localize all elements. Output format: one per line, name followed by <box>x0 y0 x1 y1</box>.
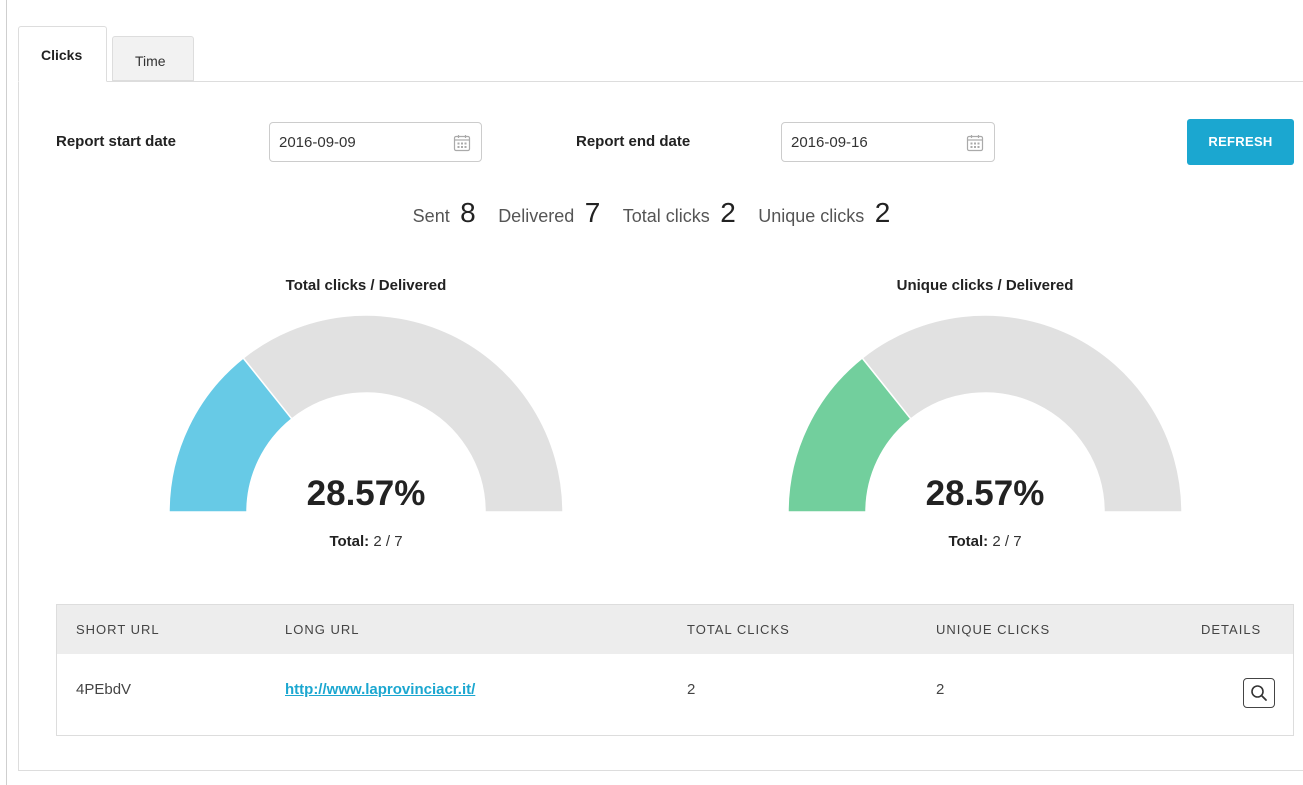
window-border <box>6 0 7 785</box>
search-icon <box>1251 685 1267 701</box>
details-button[interactable] <box>1243 678 1275 708</box>
gauge-title-unique: Unique clicks / Delivered <box>896 277 1074 294</box>
header-long-url: LONG URL <box>285 622 360 637</box>
gauge-total-value: 2 / 7 <box>992 533 1022 550</box>
end-date-value: 2016-09-16 <box>791 134 868 151</box>
gauge-total-value: 2 / 7 <box>373 533 403 550</box>
start-date-label: Report start date <box>56 133 177 150</box>
cell-long-url: http://www.laprovinciacr.it/ <box>285 681 475 698</box>
gauge-title-total: Total clicks / Delivered <box>285 277 447 294</box>
delivered-label: Delivered <box>498 206 575 226</box>
gauge-total-total: Total: 2 / 7 <box>216 533 516 550</box>
cell-total-clicks: 2 <box>687 681 696 698</box>
gauge-percent-total: 28.57% <box>306 474 426 513</box>
refresh-button[interactable]: REFRESH <box>1187 119 1294 165</box>
gauge-total-unique: Total: 2 / 7 <box>835 533 1135 550</box>
calendar-icon[interactable] <box>966 134 984 152</box>
header-details: DETAILS <box>1201 622 1262 637</box>
table-header: SHORT URL LONG URL TOTAL CLICKS UNIQUE C… <box>57 605 1293 654</box>
sent-label: Sent <box>412 206 450 226</box>
start-date-value: 2016-09-09 <box>279 134 356 151</box>
url-table: SHORT URL LONG URL TOTAL CLICKS UNIQUE C… <box>56 604 1294 736</box>
end-date-label: Report end date <box>576 133 691 150</box>
sent-value: 8 <box>460 197 476 228</box>
delivered-value: 7 <box>584 197 601 228</box>
gauge-total-label: Total: <box>948 533 989 550</box>
calendar-icon[interactable] <box>453 134 471 152</box>
unique-clicks-label: Unique clicks <box>758 206 865 226</box>
total-clicks-value: 2 <box>720 197 736 228</box>
long-url-link[interactable]: http://www.laprovinciacr.it/ <box>285 681 475 698</box>
header-short-url: SHORT URL <box>76 622 160 637</box>
header-total-clicks: TOTAL CLICKS <box>687 622 790 637</box>
cell-unique-clicks: 2 <box>936 681 945 698</box>
cell-short-url: 4PEbdV <box>76 681 132 698</box>
gauge-total-label: Total: <box>329 533 370 550</box>
tab-time[interactable]: Time <box>112 36 194 81</box>
start-date-input[interactable]: 2016-09-09 <box>269 122 482 162</box>
tab-clicks[interactable]: Clicks <box>18 26 107 82</box>
total-clicks-label: Total clicks <box>622 206 710 226</box>
stats-summary: Sent 8 Delivered 7 Total clicks 2 Unique… <box>0 197 1303 229</box>
header-unique-clicks: UNIQUE CLICKS <box>936 622 1051 637</box>
unique-clicks-value: 2 <box>874 197 891 228</box>
gauge-percent-unique: 28.57% <box>925 474 1045 513</box>
end-date-input[interactable]: 2016-09-16 <box>781 122 995 162</box>
